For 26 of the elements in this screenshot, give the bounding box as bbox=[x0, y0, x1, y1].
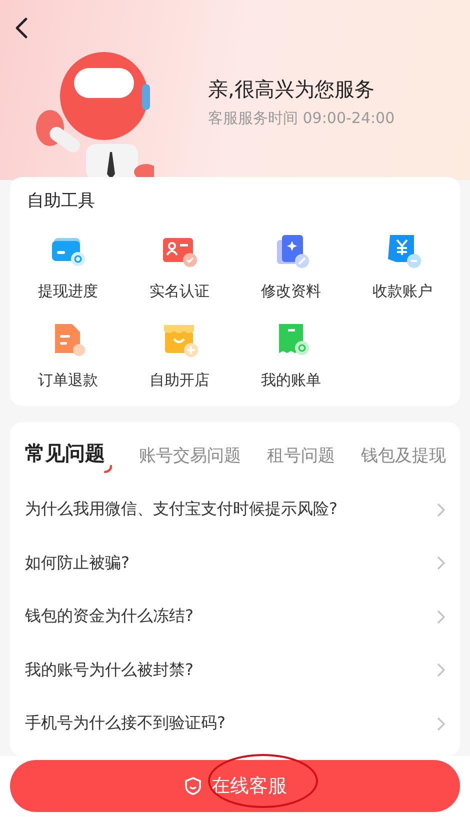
tool-label[interactable]: 实名认证 bbox=[149, 282, 210, 301]
tab-indicator bbox=[103, 465, 113, 473]
faq-tab[interactable]: 常见问题 bbox=[25, 440, 113, 473]
chevron-right-icon bbox=[436, 608, 446, 625]
faq-question[interactable]: 手机号为什么接不到验证码? bbox=[25, 713, 226, 734]
service-hours: 客服服务时间 09:00-24:00 bbox=[208, 109, 395, 128]
tool-label[interactable]: 提现进度 bbox=[38, 282, 98, 301]
tool-label[interactable]: 自助开店 bbox=[149, 371, 210, 390]
faq-tab[interactable]: 钱包及提现 bbox=[361, 444, 446, 473]
chevron-right-icon bbox=[436, 555, 446, 572]
tool-label[interactable]: 收款账户 bbox=[372, 282, 432, 301]
faq-question[interactable]: 为什么我用微信、支付宝支付时候提示风险? bbox=[25, 499, 338, 520]
faq-tab[interactable]: 租号问题 bbox=[267, 444, 335, 473]
faq-question[interactable]: 如何防止被骗? bbox=[25, 552, 130, 574]
shield-icon bbox=[183, 776, 203, 796]
tool-label[interactable]: 修改资料 bbox=[260, 282, 321, 301]
chevron-right-icon bbox=[436, 662, 446, 678]
tool-label[interactable]: 我的账单 bbox=[260, 371, 321, 390]
section-title: 自助工具 bbox=[27, 190, 96, 212]
greeting-title: 亲,很高兴为您服务 bbox=[208, 76, 376, 103]
tool-label[interactable]: 订单退款 bbox=[38, 371, 98, 390]
faq-tab[interactable]: 账号交易问题 bbox=[139, 444, 241, 473]
faq-question[interactable]: 我的账号为什么被封禁? bbox=[25, 660, 194, 681]
chevron-right-icon bbox=[436, 502, 446, 518]
chevron-right-icon bbox=[436, 716, 446, 732]
faq-question[interactable]: 钱包的资金为什么冻结? bbox=[25, 606, 194, 628]
